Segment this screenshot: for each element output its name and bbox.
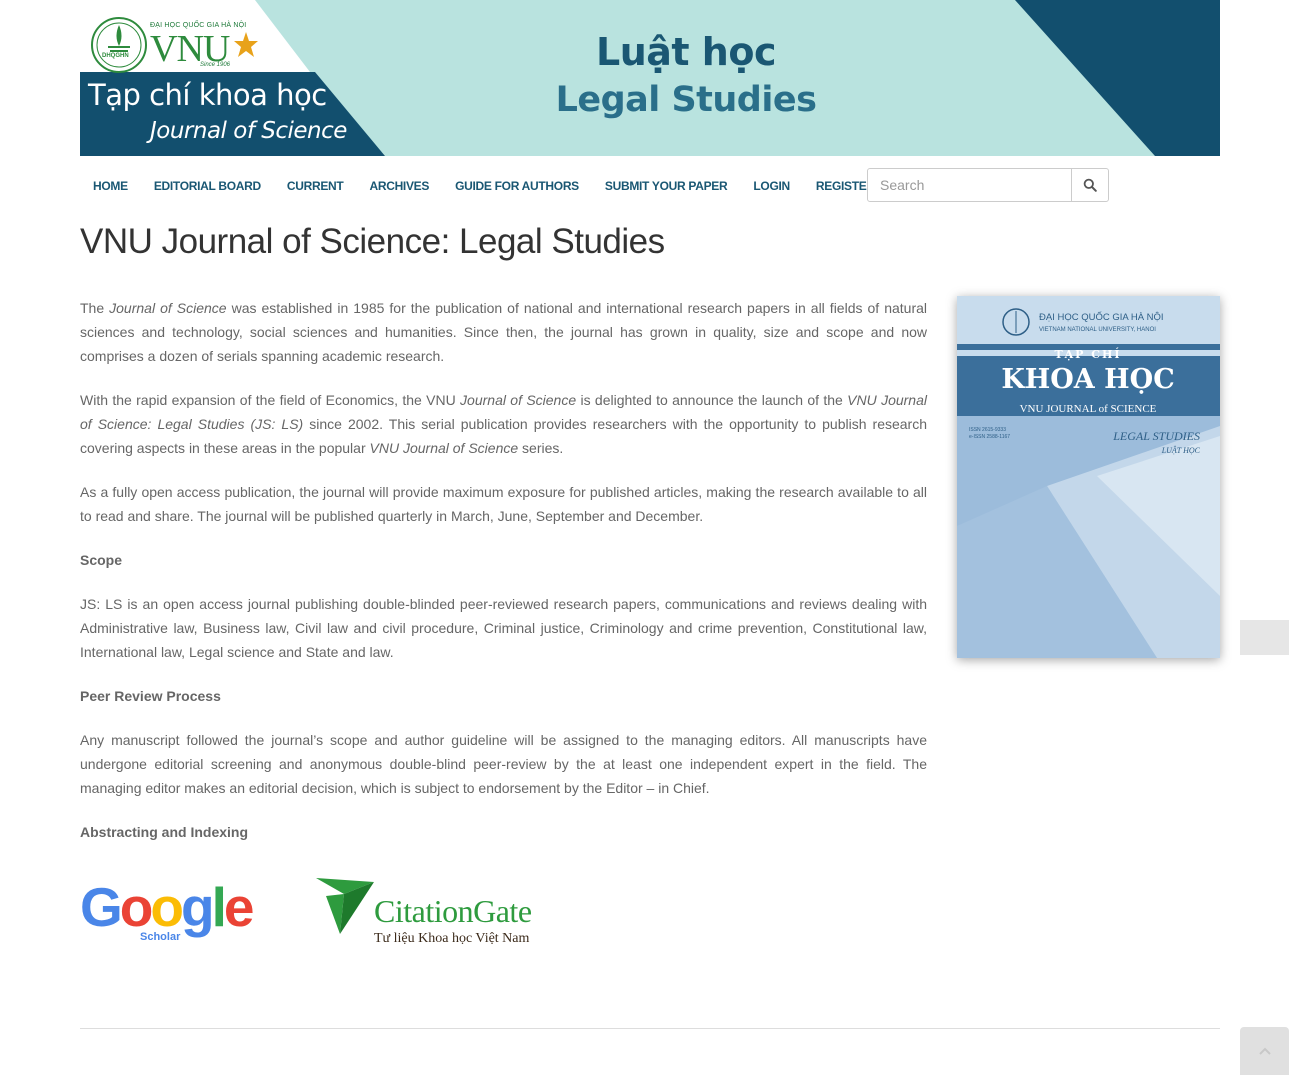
nav-archives[interactable]: ARCHIVES (356, 179, 442, 193)
italic-text: Journal of Science (109, 300, 227, 316)
page-title: VNU Journal of Science: Legal Studies (80, 222, 665, 261)
peer-review-text: Any manuscript followed the journal’s sc… (80, 732, 927, 796)
search-box (867, 168, 1109, 202)
page-wrapper: DHQGHN ĐẠI HỌC QUỐC GIA HÀ NỘI VNU Since… (80, 0, 1220, 1029)
cover-luat-hoc: LUẬT HỌC (1161, 445, 1201, 455)
peer-review-heading: Peer Review Process (80, 688, 221, 704)
cover-issn-1: ISSN 2615-9333 (969, 427, 1006, 433)
indexing-logos: Google Scholar CitationGate Tư liệu Khoa… (80, 876, 560, 948)
scope-text: JS: LS is an open access journal publish… (80, 596, 927, 660)
text: The (80, 300, 110, 316)
nav-submit-your-paper[interactable]: SUBMIT YOUR PAPER (592, 179, 740, 193)
text: series. (518, 440, 564, 456)
cover-vnu-jos: VNU JOURNAL of SCIENCE (1020, 403, 1157, 415)
nav-menu: HOME EDITORIAL BOARD CURRENT ARCHIVES GU… (80, 179, 888, 193)
text: is delighted to announce the launch of t… (576, 392, 848, 408)
search-button[interactable] (1071, 169, 1108, 201)
cover-univ-vi: ĐẠI HỌC QUỐC GIA HÀ NỘI (1039, 311, 1164, 323)
main-content: The Journal of Science was established i… (80, 296, 927, 864)
google-scholar-sub: Scholar (140, 931, 181, 943)
site-banner[interactable]: DHQGHN ĐẠI HỌC QUỐC GIA HÀ NỘI VNU Since… (80, 0, 1220, 156)
citationgate-sub: Tư liệu Khoa học Việt Nam (374, 931, 530, 946)
intro-paragraph-1: The Journal of Science was established i… (80, 296, 927, 368)
text: With the rapid expansion of the field of… (80, 392, 461, 408)
journal-cover-image[interactable]: ĐẠI HỌC QUỐC GIA HÀ NỘI VIETNAM NATIONAL… (957, 296, 1220, 658)
nav-guide-for-authors[interactable]: GUIDE FOR AUTHORS (442, 179, 592, 193)
cover-legal-studies: LEGAL STUDIES (1112, 429, 1200, 443)
italic-text: VNU Journal of Science (369, 440, 519, 456)
intro-paragraph-2: With the rapid expansion of the field of… (80, 388, 927, 460)
side-widget-tab[interactable] (1240, 620, 1289, 655)
cover-issn-2: e-ISSN 2588-1167 (969, 434, 1010, 440)
back-to-top-button[interactable] (1240, 1027, 1289, 1075)
chevron-up-icon (1258, 1047, 1271, 1055)
journal-name-en: Journal of Science (150, 118, 347, 144)
nav-login[interactable]: LOGIN (740, 179, 803, 193)
google-scholar-logo[interactable]: Google Scholar (80, 876, 260, 946)
intro-paragraph-3: As a fully open access publication, the … (80, 484, 927, 524)
journal-cover-art: ĐẠI HỌC QUỐC GIA HÀ NỘI VIETNAM NATIONAL… (957, 296, 1220, 658)
cover-univ-en: VIETNAM NATIONAL UNIVERSITY, HANOI (1039, 327, 1156, 333)
footer-divider (80, 1028, 1220, 1029)
cover-khoa-hoc: KHOA HỌC (1001, 364, 1174, 395)
svg-text:Google: Google (80, 876, 253, 938)
search-input[interactable] (868, 169, 1071, 201)
citationgate-name: CitationGate (374, 893, 532, 929)
indexing-heading: Abstracting and Indexing (80, 824, 249, 840)
cover-tap-chi: TẠP CHÍ (1054, 347, 1121, 361)
nav-home[interactable]: HOME (80, 179, 141, 193)
scope-heading: Scope (80, 552, 123, 568)
search-icon (1083, 178, 1097, 192)
main-nav: HOME EDITORIAL BOARD CURRENT ARCHIVES GU… (80, 168, 1220, 204)
nav-current[interactable]: CURRENT (274, 179, 357, 193)
italic-text: Journal of Science (460, 392, 577, 408)
serial-name-en: Legal Studies (555, 80, 817, 120)
citationgate-logo[interactable]: CitationGate Tư liệu Khoa học Việt Nam (316, 876, 556, 948)
serial-name-vi: Luật học (596, 30, 777, 74)
nav-editorial-board[interactable]: EDITORIAL BOARD (141, 179, 274, 193)
